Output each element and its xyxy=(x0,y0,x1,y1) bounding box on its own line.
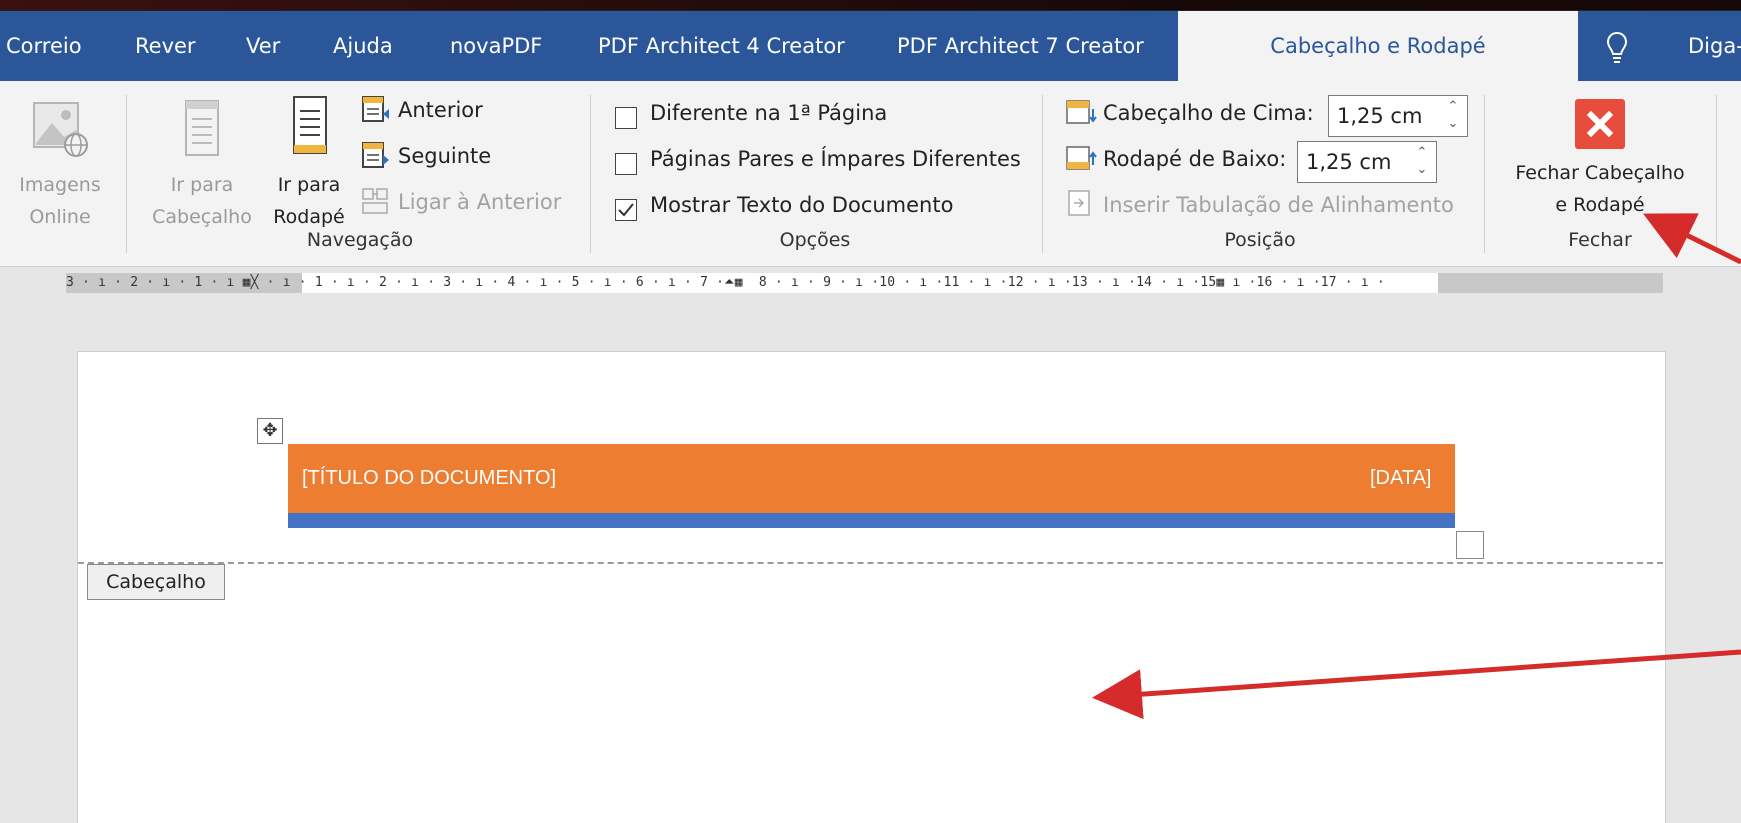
close-header-footer-label-1: Fechar Cabeçalho xyxy=(1515,162,1685,184)
table-move-handle-icon[interactable]: ✥ xyxy=(257,418,283,444)
lightbulb-icon[interactable] xyxy=(1606,31,1628,65)
header-top-icon xyxy=(1065,99,1099,127)
online-pictures-button[interactable]: Imagens Online xyxy=(0,169,120,233)
previous-section-icon xyxy=(361,95,391,125)
table-resize-handle[interactable] xyxy=(1456,531,1484,559)
alignment-tab-icon xyxy=(1066,189,1094,217)
close-header-footer-label-2: e Rodapé xyxy=(1555,194,1645,216)
close-group-label: Fechar xyxy=(1568,229,1632,251)
checkmark-icon xyxy=(618,203,634,217)
online-pictures-label-2: Online xyxy=(29,206,91,228)
different-odd-even-label[interactable]: Páginas Pares e Ímpares Diferentes xyxy=(650,143,1021,175)
footer-from-bottom-spinner[interactable]: 1,25 cm ⌃ ⌄ xyxy=(1297,141,1437,183)
options-group-label: Opções xyxy=(779,229,851,251)
tab-pdf-architect-4[interactable]: PDF Architect 4 Creator xyxy=(598,11,845,81)
date-placeholder[interactable]: [DATA] xyxy=(1370,467,1431,490)
navigation-group-label: Navegação xyxy=(306,229,414,251)
go-to-footer-icon xyxy=(288,95,334,159)
show-document-text-checkbox[interactable] xyxy=(615,199,637,221)
different-first-page-label[interactable]: Diferente na 1ª Página xyxy=(650,97,887,129)
header-tag: Cabeçalho xyxy=(87,564,225,600)
link-to-previous-button[interactable]: Ligar à Anterior xyxy=(398,186,561,218)
footer-from-bottom-value: 1,25 cm xyxy=(1306,150,1392,174)
header-boundary-line xyxy=(78,562,1663,564)
separator xyxy=(590,95,591,253)
footer-bottom-icon xyxy=(1065,145,1099,173)
ruler-scale: 3 · ı · 2 · ı · 1 · ı ▦╳ · ı · 1 · ı · 2… xyxy=(66,275,1385,290)
next-section-icon xyxy=(361,141,391,171)
show-document-text-label[interactable]: Mostrar Texto do Documento xyxy=(650,189,953,221)
close-header-footer-icon[interactable] xyxy=(1575,99,1625,149)
tell-me-search[interactable]: Diga-m xyxy=(1688,11,1741,81)
go-to-footer-button[interactable]: Ir para Rodapé xyxy=(264,169,354,233)
close-header-footer-button[interactable]: Fechar Cabeçalho e Rodapé xyxy=(1495,157,1705,221)
separator xyxy=(126,95,127,253)
go-to-header-button[interactable]: Ir para Cabeçalho xyxy=(140,169,264,233)
link-to-previous-icon xyxy=(361,187,391,217)
previous-button[interactable]: Anterior xyxy=(398,94,483,126)
different-odd-even-checkbox[interactable] xyxy=(615,153,637,175)
word-window: Correio Rever Ver Ajuda novaPDF PDF Arch… xyxy=(0,10,1741,823)
go-to-header-icon xyxy=(180,99,226,159)
separator xyxy=(1716,95,1717,253)
header-from-top-value: 1,25 cm xyxy=(1337,104,1423,128)
tab-rever[interactable]: Rever xyxy=(135,11,196,81)
tab-correio[interactable]: Correio xyxy=(6,11,82,81)
separator xyxy=(1042,95,1043,253)
tab-pdf-architect-7[interactable]: PDF Architect 7 Creator xyxy=(897,11,1144,81)
document-page[interactable] xyxy=(77,351,1666,823)
go-to-footer-label-1: Ir para xyxy=(277,174,341,196)
header-from-top-spinner[interactable]: 1,25 cm ⌃ ⌄ xyxy=(1328,95,1468,137)
separator xyxy=(1484,95,1485,253)
tab-header-footer[interactable]: Cabeçalho e Rodapé xyxy=(1178,11,1578,81)
go-to-header-label-1: Ir para xyxy=(170,174,234,196)
online-pictures-label-1: Imagens xyxy=(19,174,101,196)
different-first-page-checkbox[interactable] xyxy=(615,107,637,129)
tab-novapdf[interactable]: novaPDF xyxy=(450,11,542,81)
tab-ajuda[interactable]: Ajuda xyxy=(333,11,393,81)
document-title-placeholder[interactable]: [TÍTULO DO DOCUMENTO] xyxy=(302,467,556,490)
header-from-top-label: Cabeçalho de Cima: xyxy=(1103,101,1314,125)
position-group-label: Posição xyxy=(1224,229,1296,251)
ribbon-header-footer: Imagens Online Ir para Cabeçalho Ir para… xyxy=(0,81,1741,267)
ribbon-tab-bar: Correio Rever Ver Ajuda novaPDF PDF Arch… xyxy=(0,11,1741,81)
spinner-arrows-icon[interactable]: ⌃ ⌄ xyxy=(1445,98,1461,132)
header-accent-rule xyxy=(288,513,1455,528)
tab-ver[interactable]: Ver xyxy=(246,11,280,81)
insert-alignment-tab-button[interactable]: Inserir Tabulação de Alinhamento xyxy=(1103,189,1454,221)
spinner-arrows-icon[interactable]: ⌃ ⌄ xyxy=(1414,144,1430,178)
footer-from-bottom-label: Rodapé de Baixo: xyxy=(1103,147,1287,171)
online-pictures-icon xyxy=(30,99,90,159)
next-button[interactable]: Seguinte xyxy=(398,140,491,172)
